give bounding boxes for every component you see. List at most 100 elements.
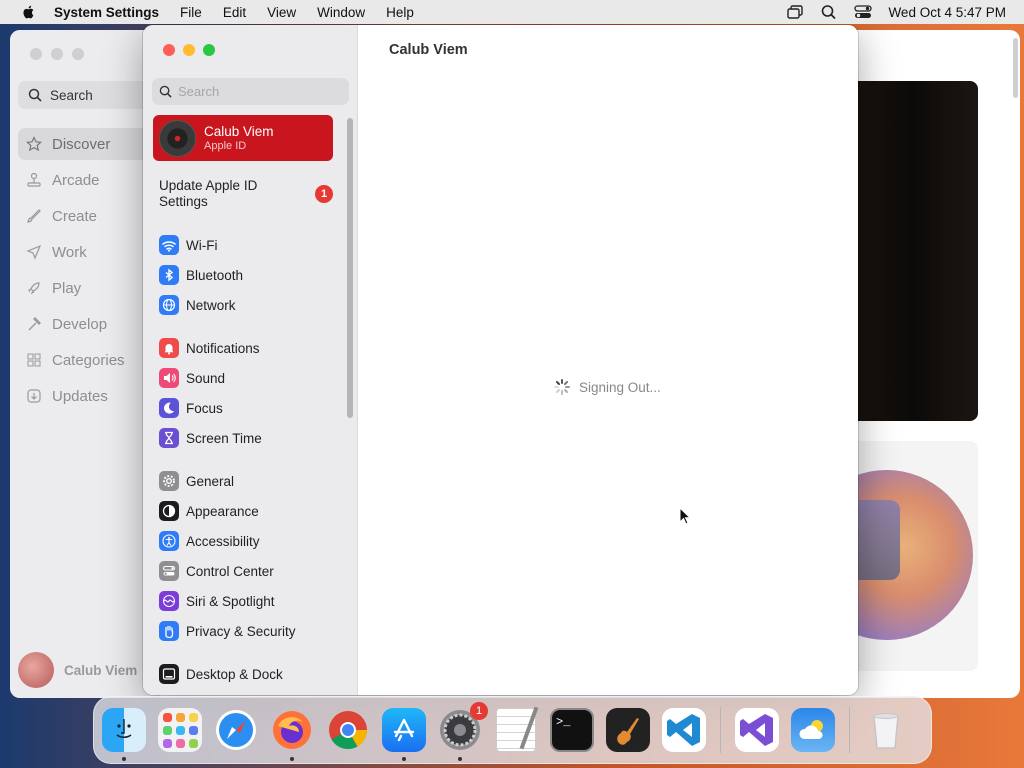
close-button[interactable] bbox=[163, 44, 175, 56]
sidebar-item-control-center[interactable]: Control Center bbox=[159, 556, 344, 586]
sidebar-item-label: Bluetooth bbox=[186, 267, 244, 283]
sidebar-item-desktop-dock[interactable]: Desktop & Dock bbox=[159, 659, 344, 689]
menu-bar: System Settings File Edit View Window He… bbox=[0, 0, 1024, 24]
sidebar-item-screen-time[interactable]: Screen Time bbox=[159, 423, 344, 453]
background-user-name: Calub Viem bbox=[64, 662, 138, 678]
background-search-field[interactable]: Search bbox=[18, 81, 158, 109]
menu-view[interactable]: View bbox=[267, 5, 296, 20]
sidebar-item-accessibility[interactable]: Accessibility bbox=[159, 526, 344, 556]
control-center-icon[interactable] bbox=[854, 4, 873, 20]
menu-clock[interactable]: Wed Oct 4 5:47 PM bbox=[888, 5, 1006, 20]
nav-play[interactable]: Play bbox=[18, 272, 158, 304]
sidebar-item-label: General bbox=[186, 473, 235, 489]
menu-help[interactable]: Help bbox=[386, 5, 414, 20]
vscode-icon[interactable] bbox=[662, 708, 706, 752]
settings-search-field[interactable] bbox=[152, 78, 349, 105]
window-controls bbox=[163, 44, 215, 56]
nav-label: Create bbox=[52, 207, 98, 225]
nav-discover[interactable]: Discover bbox=[18, 128, 158, 160]
sidebar-item-siri-spotlight[interactable]: Siri & Spotlight bbox=[159, 586, 344, 616]
rocket-icon bbox=[28, 282, 40, 295]
appearance-icon bbox=[159, 501, 179, 521]
finder-icon[interactable] bbox=[102, 708, 146, 761]
control-center-icon bbox=[159, 561, 179, 581]
siri-icon bbox=[159, 591, 179, 611]
menu-app-name[interactable]: System Settings bbox=[54, 5, 159, 20]
background-window-controls bbox=[30, 48, 84, 60]
garageband-icon[interactable] bbox=[606, 708, 650, 752]
app-store-icon[interactable] bbox=[382, 708, 426, 761]
mouse-cursor-icon bbox=[679, 507, 691, 525]
textedit-icon[interactable] bbox=[494, 706, 539, 752]
sidebar-item-bluetooth[interactable]: Bluetooth bbox=[159, 260, 344, 290]
sidebar-item-appearance[interactable]: Appearance bbox=[159, 496, 344, 526]
paper-plane-icon bbox=[26, 244, 42, 260]
list-separator bbox=[159, 320, 344, 333]
minimize-button[interactable] bbox=[183, 44, 195, 56]
launchpad-icon[interactable] bbox=[158, 708, 202, 752]
avatar bbox=[159, 119, 196, 157]
menu-edit[interactable]: Edit bbox=[223, 5, 246, 20]
nav-label: Develop bbox=[52, 315, 108, 333]
sidebar-item-general[interactable]: General bbox=[159, 466, 344, 496]
download-icon bbox=[27, 389, 41, 403]
sidebar-item-focus[interactable]: Focus bbox=[159, 393, 344, 423]
trash-icon[interactable] bbox=[864, 708, 908, 752]
background-scrollbar[interactable] bbox=[1013, 38, 1018, 98]
menu-window[interactable]: Window bbox=[317, 5, 365, 20]
system-settings-icon[interactable]: 1 bbox=[438, 702, 488, 761]
running-indicator bbox=[402, 757, 406, 761]
firefox-icon[interactable] bbox=[270, 708, 314, 761]
sidebar-item-label: Control Center bbox=[186, 563, 274, 579]
nav-work[interactable]: Work bbox=[18, 236, 158, 268]
spinner-icon bbox=[554, 379, 570, 395]
nav-label: Updates bbox=[52, 387, 108, 405]
menu-file[interactable]: File bbox=[180, 5, 202, 20]
running-indicator bbox=[290, 757, 294, 761]
nav-label: Discover bbox=[52, 135, 111, 153]
sidebar-item-label: Notifications bbox=[186, 340, 260, 356]
moon-icon bbox=[159, 398, 179, 418]
safari-icon[interactable] bbox=[214, 708, 258, 752]
screen-mirroring-icon[interactable] bbox=[786, 4, 804, 20]
sidebar-item-label: Privacy & Security bbox=[186, 623, 296, 639]
gear-icon bbox=[159, 471, 179, 491]
search-input[interactable] bbox=[178, 84, 328, 99]
background-user[interactable]: Calub Viem bbox=[18, 652, 137, 688]
nav-updates[interactable]: Updates bbox=[18, 380, 158, 412]
star-icon bbox=[26, 136, 42, 152]
update-apple-id-label: Update Apple ID Settings bbox=[159, 178, 258, 209]
zoom-button[interactable] bbox=[203, 44, 215, 56]
sidebar-item-label: Appearance bbox=[186, 503, 259, 519]
background-featured-image[interactable] bbox=[850, 81, 978, 421]
sidebar-item-notifications[interactable]: Notifications bbox=[159, 333, 344, 363]
nav-create[interactable]: Create bbox=[18, 200, 158, 232]
visual-studio-icon[interactable] bbox=[735, 708, 779, 752]
nav-arcade[interactable]: Arcade bbox=[18, 164, 158, 196]
search-icon bbox=[28, 88, 42, 102]
sidebar-item-network[interactable]: Network bbox=[159, 290, 344, 320]
sidebar-scrollbar[interactable] bbox=[347, 118, 353, 418]
apple-id-account[interactable]: Calub Viem Apple ID bbox=[153, 115, 333, 161]
nav-label: Categories bbox=[52, 351, 125, 369]
terminal-icon[interactable]: >_ bbox=[550, 708, 594, 752]
chrome-icon[interactable] bbox=[326, 708, 370, 752]
sidebar-item-sound[interactable]: Sound bbox=[159, 363, 344, 393]
account-name: Calub Viem bbox=[204, 123, 274, 139]
apple-logo-icon[interactable] bbox=[18, 4, 40, 20]
background-search-label: Search bbox=[50, 87, 93, 103]
sidebar-item-privacy-security[interactable]: Privacy & Security bbox=[159, 616, 344, 646]
background-nav: Discover Arcade Create Work Play Develop… bbox=[18, 128, 158, 416]
update-apple-id-item[interactable]: Update Apple ID Settings 1 bbox=[159, 178, 333, 210]
nav-label: Play bbox=[52, 279, 82, 297]
nav-develop[interactable]: Develop bbox=[18, 308, 158, 340]
speaker-icon bbox=[159, 368, 179, 388]
hand-icon bbox=[159, 621, 179, 641]
dock-separator bbox=[849, 707, 850, 753]
spotlight-search-icon[interactable] bbox=[820, 4, 838, 20]
weather-icon[interactable] bbox=[791, 708, 835, 752]
nav-categories[interactable]: Categories bbox=[18, 344, 158, 376]
sidebar-item-wi-fi[interactable]: Wi-Fi bbox=[159, 230, 344, 260]
brush-icon bbox=[27, 209, 41, 223]
grid-icon bbox=[27, 353, 41, 367]
